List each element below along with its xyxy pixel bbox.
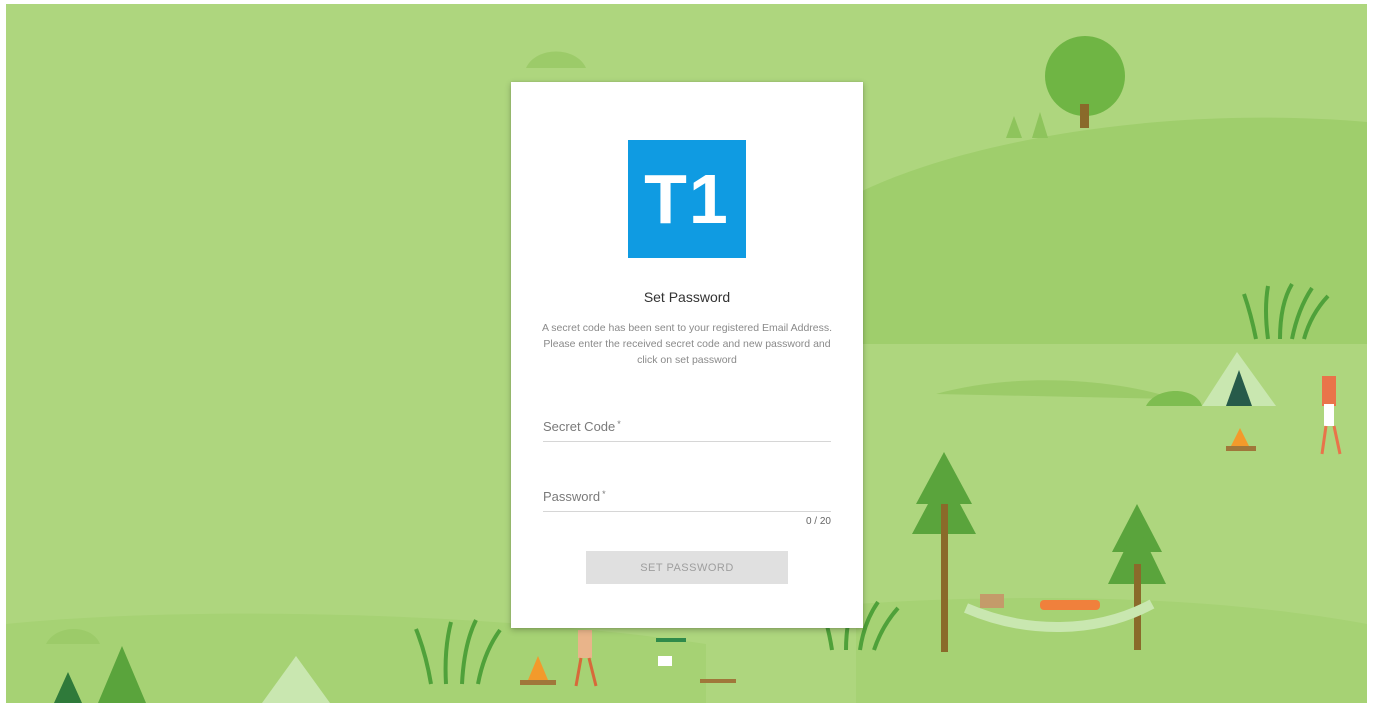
secret-code-field[interactable]: Secret Code * xyxy=(543,415,831,442)
password-input[interactable] xyxy=(543,485,831,511)
page-title: Set Password xyxy=(643,289,731,305)
set-password-card: T1 Set Password A secret code has been s… xyxy=(511,82,863,628)
instructions-text: A secret code has been sent to your regi… xyxy=(541,322,833,366)
t1-logo: T1 xyxy=(628,140,746,258)
password-field[interactable]: Password * xyxy=(543,485,831,512)
set-password-button[interactable]: SET PASSWORD xyxy=(586,551,788,584)
password-char-counter: 0 / 20 xyxy=(805,516,831,527)
background-scene: T1 Set Password A secret code has been s… xyxy=(6,4,1367,703)
secret-code-input[interactable] xyxy=(543,415,831,441)
hill-shape xyxy=(856,117,1367,344)
logo-text: T1 xyxy=(644,160,730,238)
